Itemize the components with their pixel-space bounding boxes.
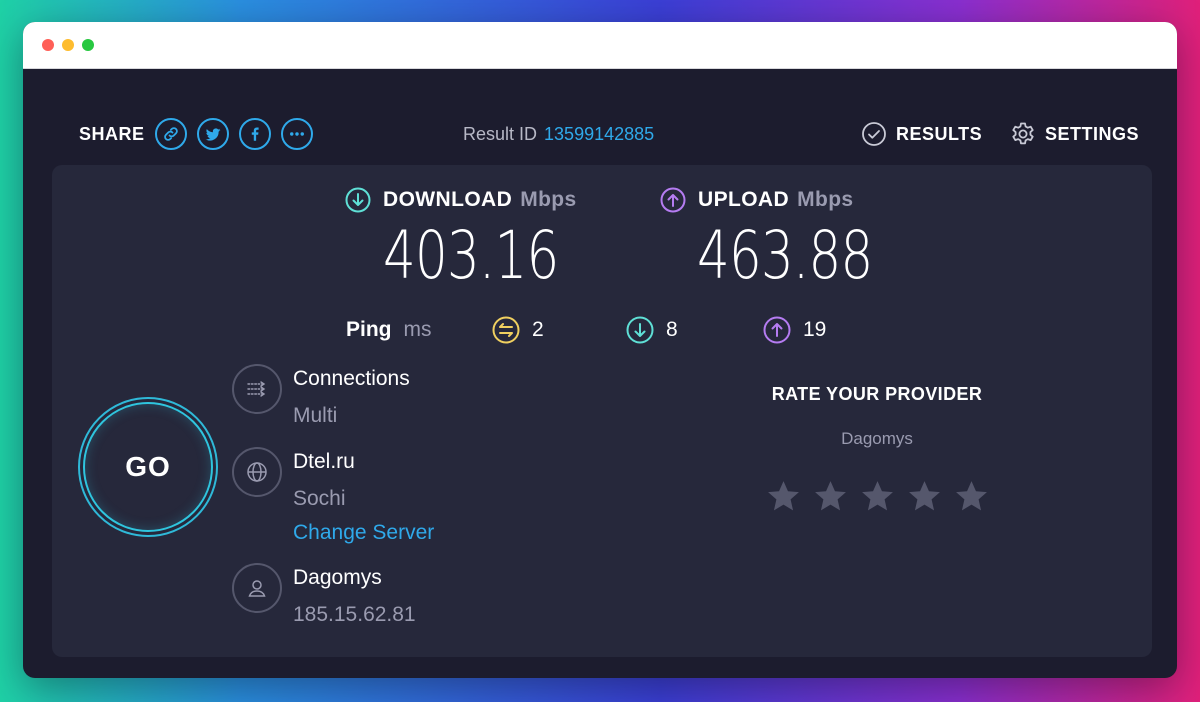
result-id-link[interactable]: 13599142885 xyxy=(544,124,654,145)
star-5[interactable] xyxy=(953,478,990,515)
upload-header: UPLOAD Mbps xyxy=(660,185,922,215)
facebook-icon xyxy=(251,127,259,141)
user-icon xyxy=(232,563,282,613)
zoom-window-button[interactable] xyxy=(82,39,94,51)
connections-value: Multi xyxy=(293,404,338,427)
rate-provider: RATE YOUR PROVIDER Dagomys xyxy=(752,379,1002,515)
ping-jitter-value: 2 xyxy=(532,318,544,341)
ping-download: 8 xyxy=(626,315,678,345)
check-circle-icon xyxy=(862,122,886,146)
settings-label: SETTINGS xyxy=(1045,123,1140,144)
go-button[interactable]: GO xyxy=(78,397,218,537)
results-label: RESULTS xyxy=(896,123,983,144)
star-4[interactable] xyxy=(906,478,943,515)
result-id-label: Result ID xyxy=(463,123,538,144)
upload-unit: Mbps xyxy=(797,188,854,211)
ping-upload: 19 xyxy=(763,315,826,345)
title-bar xyxy=(23,22,1177,69)
ping-label-group: Ping ms xyxy=(346,315,432,345)
download-label: DOWNLOAD xyxy=(383,188,513,211)
jitter-icon xyxy=(492,316,520,344)
results-panel: DOWNLOAD Mbps 403.16 UPLOAD Mbps 463.88 … xyxy=(52,165,1152,657)
ping-row: Ping ms 2 8 19 xyxy=(52,315,1152,345)
star-2[interactable] xyxy=(812,478,849,515)
share-link-button[interactable] xyxy=(154,118,187,150)
go-button-inner[interactable]: GO xyxy=(83,402,213,532)
share-twitter-button[interactable] xyxy=(196,118,229,150)
ping-jitter: 2 xyxy=(492,315,544,345)
download-unit: Mbps xyxy=(520,188,577,211)
upload-arrow-icon xyxy=(660,187,686,213)
star-icon xyxy=(861,481,893,511)
minimize-window-button[interactable] xyxy=(62,39,74,51)
result-id: Result ID 13599142885 xyxy=(463,114,654,154)
connections-title: Connections xyxy=(293,367,410,390)
star-icon xyxy=(767,481,799,511)
download-metric: DOWNLOAD Mbps 403.16 xyxy=(345,185,608,291)
user-provider: Dagomys xyxy=(293,566,382,589)
upload-value: 463.88 xyxy=(697,217,873,294)
download-header: DOWNLOAD Mbps xyxy=(345,185,608,215)
globe-icon xyxy=(232,447,282,497)
upload-metric: UPLOAD Mbps 463.88 xyxy=(660,185,922,291)
share-facebook-button[interactable] xyxy=(238,118,271,150)
star-icon xyxy=(908,481,940,511)
upload-label: UPLOAD xyxy=(698,188,790,211)
rate-title: RATE YOUR PROVIDER xyxy=(771,384,983,404)
ping-unit: ms xyxy=(403,318,432,341)
server-name: Dtel.ru xyxy=(293,450,355,473)
link-icon xyxy=(163,127,178,141)
ping-download-value: 8 xyxy=(666,318,678,341)
connections-icon xyxy=(232,364,282,414)
more-icon xyxy=(289,132,304,136)
twitter-icon xyxy=(205,128,221,141)
top-bar: SHARE Result ID 13599142885 RESULTS SETT… xyxy=(23,114,1177,154)
speedtest-window: SHARE Result ID 13599142885 RESULTS SETT… xyxy=(23,22,1177,678)
share-label: SHARE xyxy=(79,123,145,144)
ping-upload-value: 19 xyxy=(803,318,827,341)
server-location: Sochi xyxy=(293,487,346,510)
settings-button[interactable]: SETTINGS xyxy=(1010,114,1139,154)
star-3[interactable] xyxy=(859,478,896,515)
go-label: GO xyxy=(125,451,171,482)
change-server-link[interactable]: Change Server xyxy=(293,518,434,548)
download-value: 403.16 xyxy=(383,217,559,294)
close-window-button[interactable] xyxy=(42,39,54,51)
results-button[interactable]: RESULTS xyxy=(861,114,982,154)
star-icon xyxy=(814,481,846,511)
star-1[interactable] xyxy=(765,478,802,515)
star-icon xyxy=(955,481,987,511)
share-more-button[interactable] xyxy=(280,118,313,150)
download-arrow-icon xyxy=(345,187,371,213)
ping-download-icon xyxy=(626,316,654,344)
rate-provider-name: Dagomys xyxy=(841,429,913,448)
star-rating xyxy=(752,478,1002,515)
share-group: SHARE xyxy=(79,114,323,154)
ping-label: Ping xyxy=(346,318,392,341)
gear-icon xyxy=(1012,122,1034,145)
user-ip: 185.15.62.81 xyxy=(293,603,416,626)
ping-upload-icon xyxy=(763,316,791,344)
